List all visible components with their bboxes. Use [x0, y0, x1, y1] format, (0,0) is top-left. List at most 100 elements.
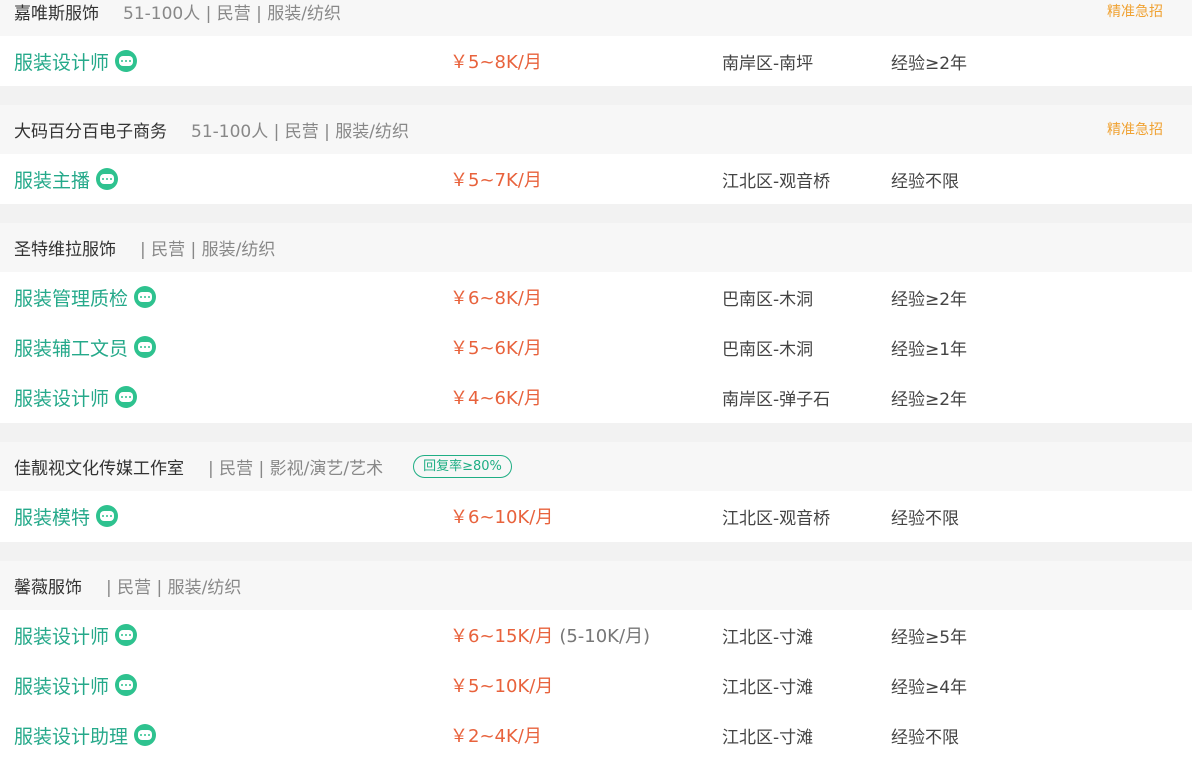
job-title[interactable]: 服装设计师 [14, 48, 109, 75]
job-row[interactable]: 服装设计师 ￥6~15K/月 (5-10K/月) 江北区-寸滩 经验≥5年 [0, 610, 1192, 660]
job-title-link[interactable]: 服装设计师 [14, 372, 138, 422]
company-header: 佳靓视文化传媒工作室 | 民营 | 影视/演艺/艺术 回复率≥80% [0, 442, 1192, 491]
company-block: 大码百分百电子商务 51-100人 | 民营 | 服装/纺织 精准急招 服装主播… [0, 105, 1192, 204]
job-title[interactable]: 服装管理质检 [14, 284, 128, 311]
job-row[interactable]: 服装管理质检 ￥6~8K/月 巴南区-木洞 经验≥2年 [0, 272, 1192, 322]
experience: 经验≥2年 [891, 53, 968, 74]
company-meta: 51-100人 | 民营 | 服装/纺织 [123, 4, 342, 24]
experience: 经验≥2年 [891, 389, 968, 410]
experience: 经验不限 [891, 171, 959, 192]
job-list: 嘉唯斯服饰 51-100人 | 民营 | 服装/纺织 精准急招 服装设计师 ￥5… [0, 0, 1192, 767]
job-title-link[interactable]: 服装主播 [14, 154, 119, 204]
experience: 经验≥2年 [891, 289, 968, 310]
salary: ￥5~7K/月 [450, 154, 542, 204]
location: 江北区-寸滩 [722, 727, 814, 748]
salary-value: ￥6~8K/月 [450, 288, 542, 309]
salary-value: ￥6~10K/月 [450, 507, 554, 528]
job-title[interactable]: 服装设计师 [14, 384, 109, 411]
salary: ￥6~8K/月 [450, 272, 542, 322]
salary-value: ￥4~6K/月 [450, 388, 542, 409]
job-row[interactable]: 服装设计师 ￥5~8K/月 南岸区-南坪 经验≥2年 [0, 36, 1192, 86]
experience: 经验不限 [891, 508, 959, 529]
location: 江北区-观音桥 [722, 508, 831, 529]
company-name[interactable]: 佳靓视文化传媒工作室 [14, 454, 184, 479]
company-block: 佳靓视文化传媒工作室 | 民营 | 影视/演艺/艺术 回复率≥80% 服装模特 … [0, 442, 1192, 541]
job-title[interactable]: 服装辅工文员 [14, 334, 128, 361]
company-name[interactable]: 大码百分百电子商务 [14, 117, 167, 142]
job-title-link[interactable]: 服装辅工文员 [14, 322, 157, 372]
reply-rate-badge: 回复率≥80% [413, 455, 512, 478]
job-row[interactable]: 服装主播 ￥5~7K/月 江北区-观音桥 经验不限 [0, 154, 1192, 204]
salary: ￥5~10K/月 [450, 660, 553, 710]
urgent-tag: 精准急招 [1107, 4, 1163, 20]
chat-icon[interactable] [115, 674, 138, 696]
salary-value: ￥5~6K/月 [450, 338, 542, 359]
job-title[interactable]: 服装设计师 [14, 672, 109, 699]
company-header: 大码百分百电子商务 51-100人 | 民营 | 服装/纺织 精准急招 [0, 105, 1192, 154]
job-row[interactable]: 服装设计师 ￥5~10K/月 江北区-寸滩 经验≥4年 [0, 660, 1192, 710]
job-title-link[interactable]: 服装模特 [14, 491, 119, 541]
company-name[interactable]: 圣特维拉服饰 [14, 235, 116, 260]
company-meta: | 民营 | 服装/纺织 [106, 578, 242, 598]
chat-icon[interactable] [115, 50, 138, 72]
job-title[interactable]: 服装模特 [14, 503, 90, 530]
urgent-tag: 精准急招 [1107, 122, 1163, 138]
company-meta: | 民营 | 影视/演艺/艺术 [208, 459, 384, 479]
salary: ￥4~6K/月 [450, 372, 542, 422]
salary: ￥5~8K/月 [450, 36, 542, 86]
salary-value: ￥2~4K/月 [450, 726, 542, 747]
separator [0, 204, 1192, 223]
job-title[interactable]: 服装设计师 [14, 622, 109, 649]
experience: 经验≥1年 [891, 339, 968, 360]
salary-value: ￥5~7K/月 [450, 170, 542, 191]
job-title-link[interactable]: 服装设计师 [14, 610, 138, 660]
experience: 经验不限 [891, 727, 959, 748]
location: 巴南区-木洞 [722, 339, 814, 360]
company-block: 馨薇服饰 | 民营 | 服装/纺织 服装设计师 ￥6~15K/月 (5-10K/月… [0, 561, 1192, 760]
job-row[interactable]: 服装设计助理 ￥2~4K/月 江北区-寸滩 经验不限 [0, 710, 1192, 760]
separator [0, 86, 1192, 105]
job-title[interactable]: 服装主播 [14, 166, 90, 193]
location: 江北区-寸滩 [722, 677, 814, 698]
company-header: 圣特维拉服饰 | 民营 | 服装/纺织 [0, 223, 1192, 272]
salary: ￥6~15K/月 (5-10K/月) [450, 610, 650, 660]
location: 江北区-观音桥 [722, 171, 831, 192]
company-block: 圣特维拉服饰 | 民营 | 服装/纺织 服装管理质检 ￥6~8K/月 巴南区-木… [0, 223, 1192, 422]
job-row[interactable]: 服装设计师 ￥4~6K/月 南岸区-弹子石 经验≥2年 [0, 372, 1192, 422]
experience: 经验≥4年 [891, 677, 968, 698]
company-name[interactable]: 馨薇服饰 [14, 573, 82, 598]
chat-icon[interactable] [115, 624, 138, 646]
location: 巴南区-木洞 [722, 289, 814, 310]
chat-icon[interactable] [134, 336, 157, 358]
salary: ￥6~10K/月 [450, 491, 553, 541]
chat-icon[interactable] [134, 286, 157, 308]
job-row[interactable]: 服装辅工文员 ￥5~6K/月 巴南区-木洞 经验≥1年 [0, 322, 1192, 372]
location: 南岸区-南坪 [722, 53, 814, 74]
location: 南岸区-弹子石 [722, 389, 831, 410]
job-title-link[interactable]: 服装设计师 [14, 660, 138, 710]
experience: 经验≥5年 [891, 627, 968, 648]
chat-icon[interactable] [96, 505, 119, 527]
job-title-link[interactable]: 服装管理质检 [14, 272, 157, 322]
chat-icon[interactable] [96, 168, 119, 190]
company-meta: | 民营 | 服装/纺织 [140, 240, 276, 260]
separator [0, 542, 1192, 561]
job-row[interactable]: 服装模特 ￥6~10K/月 江北区-观音桥 经验不限 [0, 491, 1192, 541]
salary: ￥2~4K/月 [450, 710, 542, 760]
job-title-link[interactable]: 服装设计助理 [14, 710, 157, 760]
location: 江北区-寸滩 [722, 627, 814, 648]
company-name[interactable]: 嘉唯斯服饰 [14, 0, 99, 24]
company-block: 嘉唯斯服饰 51-100人 | 民营 | 服装/纺织 精准急招 服装设计师 ￥5… [0, 0, 1192, 86]
salary-value: ￥5~10K/月 [450, 676, 554, 697]
chat-icon[interactable] [134, 724, 157, 746]
company-header: 嘉唯斯服饰 51-100人 | 民营 | 服装/纺织 精准急招 [0, 0, 1192, 36]
separator [0, 423, 1192, 442]
chat-icon[interactable] [115, 386, 138, 408]
company-header: 馨薇服饰 | 民营 | 服装/纺织 [0, 561, 1192, 610]
job-title[interactable]: 服装设计助理 [14, 722, 128, 749]
salary-note: (5-10K/月) [559, 626, 651, 647]
salary: ￥5~6K/月 [450, 322, 542, 372]
salary-value: ￥6~15K/月 [450, 626, 554, 647]
company-meta: 51-100人 | 民营 | 服装/纺织 [191, 122, 410, 142]
job-title-link[interactable]: 服装设计师 [14, 36, 138, 86]
